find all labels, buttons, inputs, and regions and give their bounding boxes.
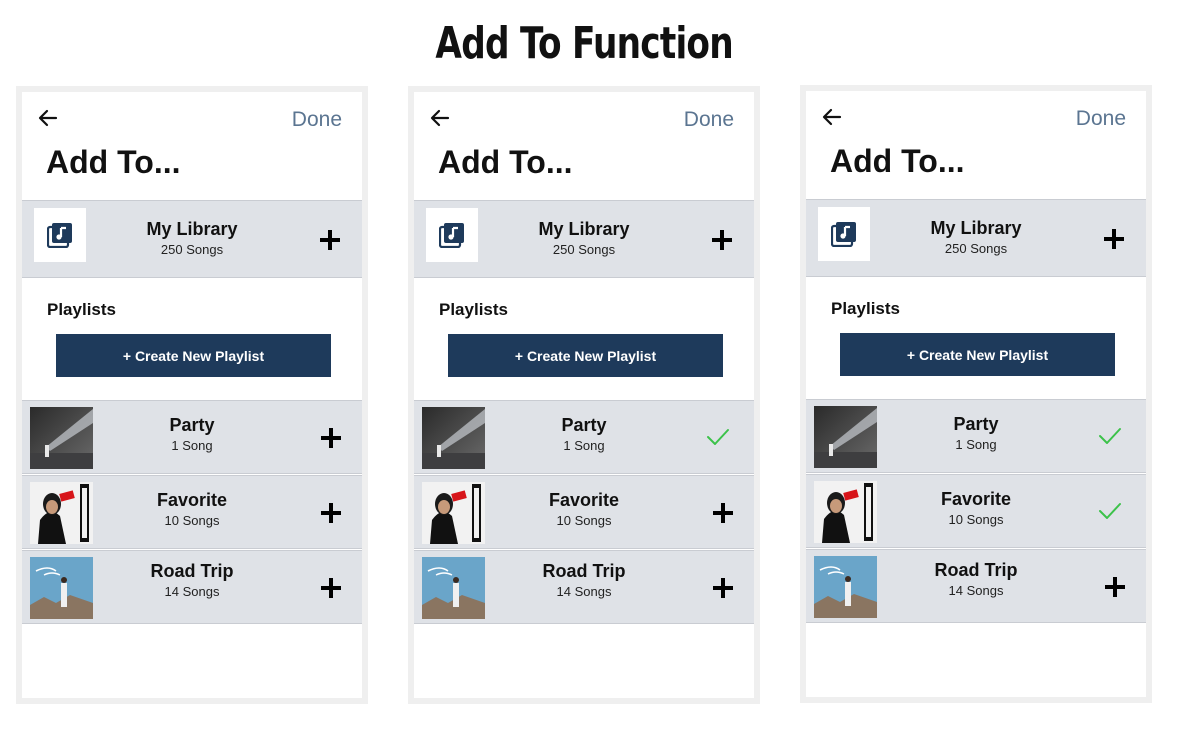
done-button[interactable]: Done [1076,107,1126,131]
back-arrow-icon[interactable] [820,105,844,129]
playlist-text: Favorite 10 Songs [806,489,1146,527]
playlist-row[interactable]: Road Trip 14 Songs [414,550,754,624]
back-arrow-icon[interactable] [36,106,60,130]
phone-screen-2: Done Add To... My Library 250 Songs Playl… [408,86,760,704]
playlist-count: 10 Songs [164,513,220,528]
add-to-playlist-plus-icon[interactable] [713,578,733,598]
playlist-text: Favorite 10 Songs [22,490,362,528]
library-text: My Library 250 Songs [22,219,362,257]
playlist-count: 14 Songs [556,584,612,599]
playlist-name: Favorite [156,490,228,510]
add-to-playlist-plus-icon[interactable] [1105,577,1125,597]
playlist-text: Party 1 Song [22,415,362,453]
library-text: My Library 250 Songs [806,218,1146,256]
playlist-name: Road Trip [150,561,234,581]
playlist-row[interactable]: Road Trip 14 Songs [806,549,1146,623]
my-library-row[interactable]: My Library 250 Songs [22,200,362,278]
playlist-row[interactable]: Party 1 Song [414,400,754,474]
sheet-title: Add To... [438,144,573,180]
playlist-name: Road Trip [542,561,626,581]
playlist-name: Road Trip [934,560,1018,580]
library-text: My Library 250 Songs [414,219,754,257]
playlist-row[interactable]: Favorite 10 Songs [22,475,362,549]
added-check-icon[interactable] [706,427,730,447]
playlist-name: Party [169,415,215,435]
create-new-playlist-button[interactable]: + Create New Playlist [448,334,723,377]
add-to-playlist-plus-icon[interactable] [321,428,341,448]
playlist-name: Party [561,415,607,435]
playlist-text: Favorite 10 Songs [414,490,754,528]
sheet-title: Add To... [830,143,965,179]
done-button[interactable]: Done [684,108,734,132]
my-library-row[interactable]: My Library 250 Songs [414,200,754,278]
add-to-library-plus-icon[interactable] [1104,229,1124,249]
playlist-count: 1 Song [563,438,605,453]
playlist-row[interactable]: Party 1 Song [806,399,1146,473]
playlist-name: Favorite [548,490,620,510]
back-arrow-icon[interactable] [428,106,452,130]
page-title: Add To Function [435,18,733,69]
playlist-name: Favorite [940,489,1012,509]
library-count: 250 Songs [944,241,1008,256]
playlist-row[interactable]: Road Trip 14 Songs [22,550,362,624]
playlist-count: 14 Songs [164,584,220,599]
done-button[interactable]: Done [292,108,342,132]
playlist-row[interactable]: Favorite 10 Songs [806,474,1146,548]
playlist-count: 10 Songs [556,513,612,528]
add-to-library-plus-icon[interactable] [320,230,340,250]
library-count: 250 Songs [552,242,616,257]
library-name: My Library [538,219,630,239]
playlist-count: 1 Song [171,438,213,453]
added-check-icon[interactable] [1098,501,1122,521]
playlist-row[interactable]: Party 1 Song [22,400,362,474]
playlists-heading: Playlists [47,300,116,319]
create-new-playlist-button[interactable]: + Create New Playlist [56,334,331,377]
playlists-heading: Playlists [831,299,900,318]
playlists-heading: Playlists [439,300,508,319]
playlist-text: Road Trip 14 Songs [806,560,1146,598]
playlist-text: Party 1 Song [414,415,754,453]
playlist-text: Party 1 Song [806,414,1146,452]
add-to-playlist-plus-icon[interactable] [321,578,341,598]
add-to-playlist-plus-icon[interactable] [321,503,341,523]
playlist-count: 1 Song [955,437,997,452]
add-to-playlist-plus-icon[interactable] [713,503,733,523]
phone-screen-1: Done Add To... My Library 250 Songs Playl… [16,86,368,704]
added-check-icon[interactable] [1098,426,1122,446]
playlist-name: Party [953,414,999,434]
sheet-title: Add To... [46,144,181,180]
phone-screen-3: Done Add To... My Library 250 Songs Playl… [800,85,1152,703]
playlist-count: 14 Songs [948,583,1004,598]
library-count: 250 Songs [160,242,224,257]
playlist-text: Road Trip 14 Songs [22,561,362,599]
library-name: My Library [146,219,238,239]
playlist-count: 10 Songs [948,512,1004,527]
add-to-library-plus-icon[interactable] [712,230,732,250]
playlist-row[interactable]: Favorite 10 Songs [414,475,754,549]
playlist-text: Road Trip 14 Songs [414,561,754,599]
create-new-playlist-button[interactable]: + Create New Playlist [840,333,1115,376]
my-library-row[interactable]: My Library 250 Songs [806,199,1146,277]
library-name: My Library [930,218,1022,238]
